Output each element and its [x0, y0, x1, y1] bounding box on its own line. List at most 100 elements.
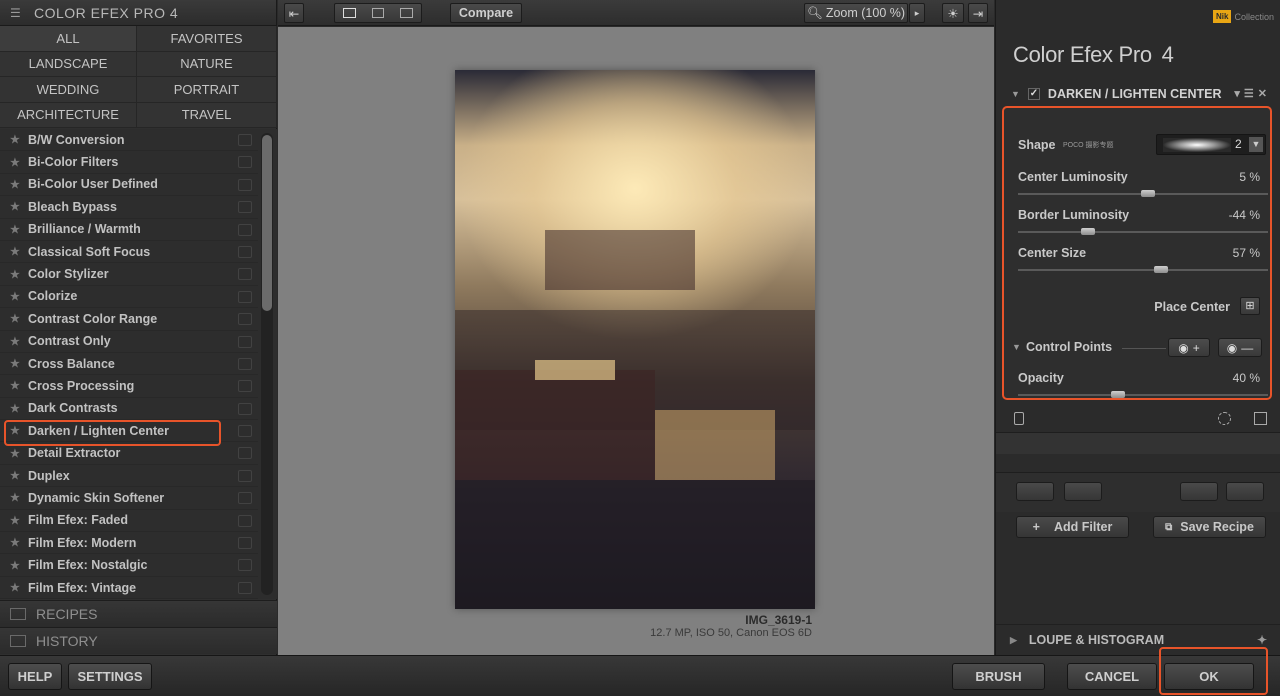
opacity-slider[interactable] [1018, 391, 1268, 398]
camera-icon[interactable] [1180, 482, 1218, 501]
category-wedding[interactable]: WEDDING [0, 77, 137, 103]
filter-list-item[interactable]: ★ Dark Contrasts [0, 398, 258, 421]
category-travel[interactable]: TRAVEL [137, 102, 277, 128]
expand-panel-icon[interactable]: ⇥ [968, 3, 988, 23]
copy-icon[interactable] [238, 178, 252, 191]
filter-list-item[interactable]: ★ Film Efex: Modern [0, 532, 258, 555]
star-icon[interactable]: ★ [10, 312, 28, 325]
filter-list-item[interactable]: ★ Cross Processing [0, 375, 258, 398]
star-icon[interactable]: ★ [10, 581, 28, 594]
zoom-dropdown[interactable]: 🔍︎ Zoom (100 %) [804, 3, 908, 23]
help-button[interactable]: HELP [8, 663, 62, 690]
zoom-arrow-icon[interactable]: ▸ [909, 3, 925, 23]
star-icon[interactable]: ★ [10, 469, 28, 482]
star-icon[interactable]: ★ [10, 200, 28, 213]
filter-list-item[interactable]: ★ Contrast Color Range [0, 308, 258, 331]
single-view-icon[interactable] [343, 8, 356, 18]
filter-list-item[interactable]: ★ Brilliance / Warmth [0, 219, 258, 241]
star-icon[interactable]: ★ [10, 559, 28, 572]
filter-list-item[interactable]: ★ Classical Soft Focus [0, 241, 258, 264]
copy-icon[interactable] [238, 492, 252, 505]
menu-icon[interactable]: ☰ [10, 6, 24, 20]
copy-icon[interactable] [238, 134, 252, 146]
star-icon[interactable]: ★ [10, 335, 28, 348]
add-control-point-button[interactable]: ◉ + [1168, 338, 1210, 357]
copy-icon[interactable] [238, 335, 252, 348]
copy-icon[interactable] [238, 357, 252, 370]
mask-icon[interactable] [1014, 412, 1024, 425]
star-icon[interactable]: ★ [10, 491, 28, 504]
filter-list-item[interactable]: ★ Dynamic Skin Softener [0, 487, 258, 510]
category-landscape[interactable]: LANDSCAPE [0, 51, 137, 77]
expand-arrow-icon[interactable]: ▶ [1010, 635, 1017, 646]
copy-icon[interactable] [238, 380, 252, 393]
star-icon[interactable]: ★ [10, 447, 28, 460]
star-icon[interactable]: ★ [10, 357, 28, 370]
active-filter-header[interactable]: ▼ ✓ DARKEN / LIGHTEN CENTER ▾☰✕ [1001, 82, 1277, 106]
filter-list-item[interactable]: ★ Film Efex: Vintage [0, 577, 258, 599]
share-icon[interactable] [1016, 482, 1054, 501]
copy-icon[interactable] [238, 581, 252, 594]
fill-icon[interactable] [1254, 412, 1267, 425]
copy-icon[interactable] [238, 514, 252, 527]
star-icon[interactable]: ★ [10, 536, 28, 549]
copy-icon[interactable] [238, 223, 252, 236]
border-luminosity-slider[interactable] [1018, 228, 1268, 235]
collapse-panel-icon[interactable]: ⇤ [284, 3, 304, 23]
star-icon[interactable]: ★ [10, 133, 28, 146]
copy-icon[interactable] [238, 245, 252, 258]
collapse-arrow-icon[interactable]: ▼ [1011, 89, 1020, 99]
category-architecture[interactable]: ARCHITECTURE [0, 102, 137, 128]
place-center-icon[interactable]: ⊞ [1240, 297, 1260, 315]
settings-button[interactable]: SETTINGS [68, 663, 152, 690]
copy-icon[interactable] [238, 268, 252, 281]
filter-list-item[interactable]: ★ B/W Conversion [0, 129, 258, 152]
slider-thumb[interactable] [1111, 391, 1125, 398]
star-icon[interactable]: ★ [10, 514, 28, 527]
filter-list-item[interactable]: ★ Colorize [0, 286, 258, 309]
filter-list-item[interactable]: ★ Detail Extractor [0, 442, 258, 465]
copy-icon[interactable] [238, 402, 252, 415]
copy-icon[interactable] [238, 447, 252, 460]
category-nature[interactable]: NATURE [137, 51, 277, 77]
star-icon[interactable]: ★ [10, 245, 28, 258]
shape-selector[interactable]: 2 ▼ [1156, 134, 1266, 155]
selection-icon[interactable] [1218, 412, 1231, 425]
copy-icon[interactable] [238, 537, 252, 550]
star-icon[interactable]: ★ [10, 156, 28, 169]
filter-options-icon[interactable]: ▾☰✕ [1234, 87, 1271, 100]
add-filter-button[interactable]: + Add Filter [1016, 516, 1129, 538]
copy-icon[interactable] [238, 469, 252, 482]
filter-list-item[interactable]: ★ Bleach Bypass [0, 196, 258, 219]
category-all[interactable]: ALL [0, 26, 137, 52]
filter-list-item[interactable]: ★ Cross Balance [0, 353, 258, 376]
remove-control-point-button[interactable]: ◉ — [1218, 338, 1262, 357]
side-by-side-view-icon[interactable] [400, 8, 414, 18]
star-icon[interactable]: ★ [10, 223, 28, 236]
brush-button[interactable]: BRUSH [952, 663, 1045, 690]
split-view-icon[interactable] [371, 8, 385, 18]
copy-icon[interactable] [238, 313, 252, 326]
filter-enable-checkbox[interactable]: ✓ [1027, 88, 1040, 100]
pin-icon[interactable]: ✦ [1257, 633, 1267, 647]
filter-list-item[interactable]: ★ Contrast Only [0, 331, 258, 353]
star-icon[interactable]: ★ [10, 178, 28, 191]
center-size-slider[interactable] [1018, 266, 1268, 273]
slider-thumb[interactable] [1081, 228, 1095, 235]
filter-list-item[interactable]: ★ Bi-Color User Defined [0, 174, 258, 197]
star-icon[interactable]: ★ [10, 379, 28, 392]
copy-icon[interactable] [238, 425, 252, 438]
slider-thumb[interactable] [1141, 190, 1155, 197]
copy-icon[interactable] [238, 559, 252, 572]
star-icon[interactable]: ★ [10, 268, 28, 281]
filter-list-item[interactable]: ★ Duplex [0, 465, 258, 488]
filter-list-item[interactable]: ★ Film Efex: Nostalgic [0, 554, 258, 577]
scrollbar-thumb[interactable] [262, 135, 272, 311]
category-favorites[interactable]: FAVORITES [137, 26, 277, 52]
recipes-section[interactable]: RECIPES [0, 600, 277, 627]
filter-list-scrollbar[interactable] [261, 133, 273, 595]
image-preview-area[interactable]: IMG_3619-1 12.7 MP, ISO 50, Canon EOS 6D [278, 27, 994, 655]
center-luminosity-slider[interactable] [1018, 190, 1268, 197]
filter-list-item[interactable]: ★ Bi-Color Filters [0, 151, 258, 174]
filter-list-item[interactable]: ★ Color Stylizer [0, 263, 258, 286]
